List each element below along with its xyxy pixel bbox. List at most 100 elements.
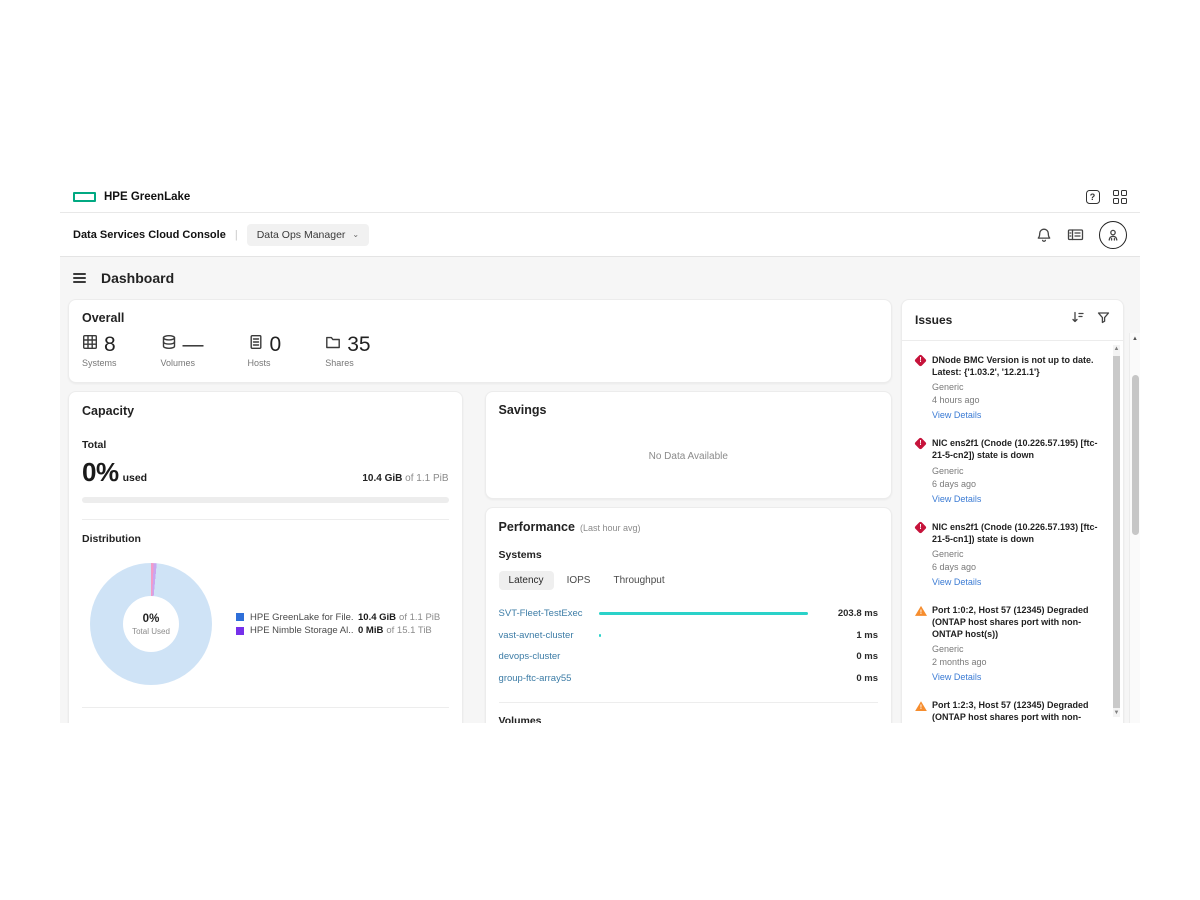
- console-title: Data Services Cloud Console: [73, 229, 226, 241]
- latency-value: 1 ms: [822, 630, 878, 641]
- divider: [82, 707, 449, 708]
- overall-card: Overall 8 Systems —: [68, 299, 892, 383]
- scrollbar-thumb[interactable]: [1113, 356, 1120, 708]
- capacity-title: Capacity: [82, 404, 449, 418]
- page-scrollbar[interactable]: ▲ ▼: [1129, 333, 1140, 723]
- help-icon[interactable]: ?: [1086, 190, 1100, 204]
- legend-name: HPE GreenLake for File...: [250, 612, 354, 623]
- systems-count: 8: [104, 334, 116, 355]
- no-data-text: No Data Available: [486, 451, 891, 462]
- systems-label: Systems: [82, 358, 117, 368]
- legend-of: of 15.1 TiB: [386, 625, 431, 636]
- notifications-bell-icon[interactable]: [1036, 227, 1052, 243]
- critical-icon: [914, 521, 927, 534]
- overall-title: Overall: [82, 311, 878, 325]
- view-details-link[interactable]: View Details: [932, 672, 981, 682]
- latency-value: 203.8 ms: [822, 608, 878, 619]
- stat-shares: 35 Shares: [325, 334, 370, 368]
- legend-swatch-purple: [236, 627, 244, 635]
- tab-throughput[interactable]: Throughput: [603, 571, 674, 590]
- console-header: Data Services Cloud Console | Data Ops M…: [60, 213, 1140, 257]
- legend-item: HPE GreenLake for File... 10.4 GiB of 1.…: [236, 612, 440, 623]
- legend-value: 0 MiB: [358, 625, 383, 636]
- latency-bar-track: [599, 612, 810, 615]
- latency-bar-track: [599, 677, 810, 680]
- user-avatar[interactable]: [1099, 221, 1127, 249]
- issue-category: Generic: [932, 644, 1098, 654]
- system-link[interactable]: vast-avnet-cluster: [499, 630, 599, 641]
- view-details-link[interactable]: View Details: [932, 577, 981, 587]
- scroll-up-icon[interactable]: ▲: [1130, 336, 1140, 342]
- divider: [499, 702, 878, 703]
- capacity-systems-label: Systems: [82, 721, 449, 723]
- chevron-down-icon: ⌄: [352, 231, 359, 239]
- app-selector-label: Data Ops Manager: [257, 229, 346, 241]
- warning-icon: [915, 701, 927, 711]
- hosts-label: Hosts: [248, 358, 282, 368]
- issue-title: DNode BMC Version is not up to date. Lat…: [932, 354, 1098, 378]
- capacity-used-value: 10.4 GiB: [362, 473, 402, 484]
- stat-volumes: — Volumes: [161, 334, 204, 368]
- sort-icon[interactable]: [1071, 311, 1084, 329]
- app-switcher-icon[interactable]: [1113, 190, 1128, 205]
- system-link[interactable]: SVT-Fleet-TestExec: [499, 608, 599, 619]
- savings-title: Savings: [499, 403, 878, 417]
- capacity-used-of-total: 10.4 GiB of 1.1 PiB: [362, 473, 448, 484]
- issue-item: Port 1:0:2, Host 57 (12345) Degraded (ON…: [915, 604, 1098, 685]
- scrollbar-thumb[interactable]: [1132, 375, 1139, 535]
- performance-row: SVT-Fleet-TestExec 203.8 ms: [499, 603, 878, 625]
- issue-category: Generic: [932, 382, 1098, 392]
- tab-iops[interactable]: IOPS: [557, 571, 601, 590]
- volumes-count: —: [183, 334, 204, 355]
- volumes-icon: [161, 334, 177, 355]
- global-header: HPE GreenLake ?: [60, 182, 1140, 213]
- page-title: Dashboard: [101, 270, 174, 286]
- system-link[interactable]: group-ftc-array55: [499, 673, 599, 684]
- app-window: HPE GreenLake ? Data Services Cloud Cons…: [60, 182, 1140, 723]
- performance-card: Performance (Last hour avg) Systems Late…: [485, 507, 892, 723]
- issue-item: NIC ens2f1 (Cnode (10.226.57.195) [ftc-2…: [915, 437, 1098, 506]
- capacity-card: Capacity Total 0% used 10.4 GiB of 1.1 P…: [68, 391, 463, 723]
- filter-icon[interactable]: [1097, 311, 1110, 329]
- system-link[interactable]: devops-cluster: [499, 651, 599, 662]
- announcements-icon[interactable]: [1067, 227, 1084, 242]
- app-selector-dropdown[interactable]: Data Ops Manager ⌄: [247, 224, 369, 246]
- latency-bar: [599, 634, 601, 637]
- issue-title: NIC ens2f1 (Cnode (10.226.57.195) [ftc-2…: [932, 437, 1098, 461]
- donut-center-percent: 0%: [132, 613, 170, 625]
- hosts-count: 0: [270, 334, 282, 355]
- menu-hamburger-icon[interactable]: [73, 273, 86, 283]
- performance-systems-label: Systems: [499, 549, 878, 561]
- legend-of: of 1.1 PiB: [399, 612, 440, 623]
- divider: |: [235, 229, 238, 241]
- performance-subtitle: (Last hour avg): [580, 523, 641, 533]
- dashboard-content: Dashboard Overall 8 Systems: [60, 257, 1140, 723]
- capacity-of-total: of 1.1 PiB: [405, 473, 448, 484]
- latency-bar: [599, 612, 808, 615]
- systems-icon: [82, 334, 98, 355]
- volumes-label: Volumes: [161, 358, 204, 368]
- capacity-used-suffix: used: [123, 472, 148, 484]
- view-details-link[interactable]: View Details: [932, 494, 981, 504]
- divider: [82, 519, 449, 520]
- latency-bar-track: [599, 655, 810, 658]
- legend-swatch-blue: [236, 613, 244, 621]
- latency-value: 0 ms: [822, 651, 878, 662]
- hosts-icon: [248, 334, 264, 355]
- distribution-label: Distribution: [82, 533, 449, 545]
- performance-volumes-label: Volumes: [499, 715, 878, 723]
- issues-title: Issues: [915, 313, 952, 327]
- issue-title: Port 1:2:3, Host 57 (12345) Degraded (ON…: [932, 699, 1098, 723]
- issue-title: NIC ens2f1 (Cnode (10.226.57.193) [ftc-2…: [932, 521, 1098, 545]
- critical-icon: [914, 437, 927, 450]
- shares-count: 35: [347, 334, 370, 355]
- scroll-up-icon[interactable]: ▲: [1113, 346, 1120, 352]
- capacity-donut-chart: 0% Total Used: [90, 563, 212, 685]
- view-details-link[interactable]: View Details: [932, 410, 981, 420]
- tab-latency[interactable]: Latency: [499, 571, 554, 590]
- scroll-down-icon[interactable]: ▼: [1113, 710, 1120, 716]
- performance-title: Performance: [499, 520, 575, 534]
- issues-scrollbar[interactable]: ▲ ▼: [1113, 345, 1120, 717]
- savings-card: Savings No Data Available: [485, 391, 892, 499]
- issue-category: Generic: [932, 549, 1098, 559]
